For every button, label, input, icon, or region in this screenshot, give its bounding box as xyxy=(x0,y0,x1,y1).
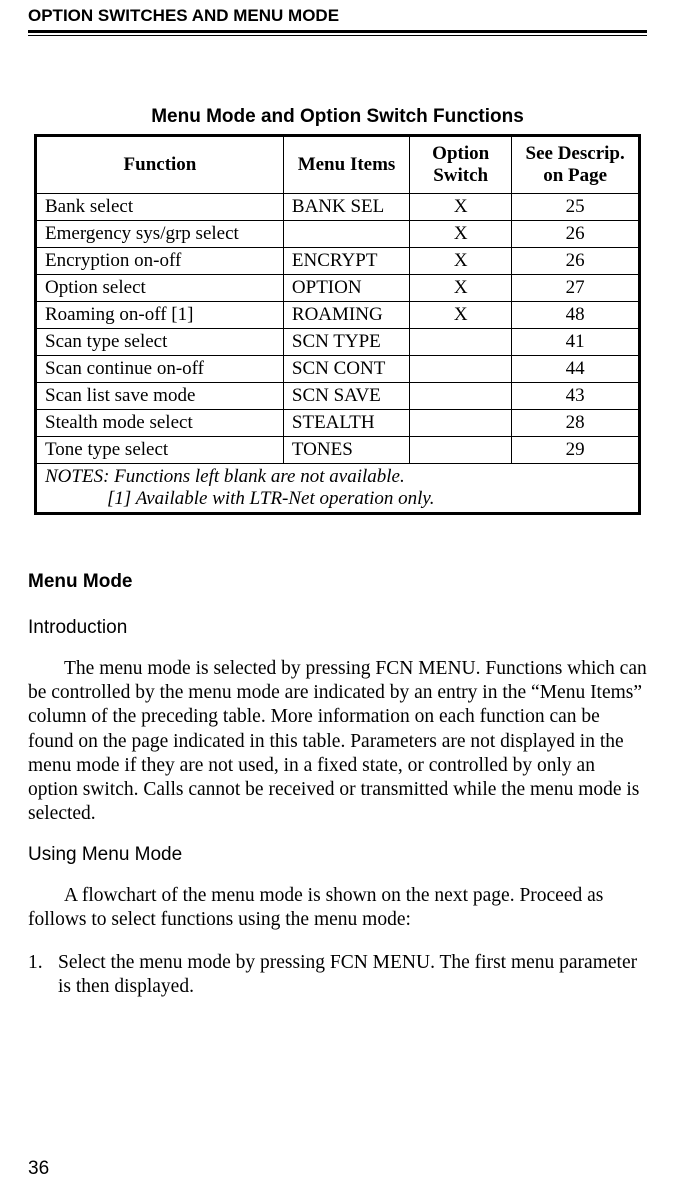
cell-option-switch: X xyxy=(410,248,512,275)
page-number: 36 xyxy=(28,1158,49,1180)
cell-page: 29 xyxy=(512,437,638,464)
col-header-option-switch: Option Switch xyxy=(410,137,512,194)
cell-function: Bank select xyxy=(37,194,283,221)
cell-menu-item: SCN SAVE xyxy=(283,383,409,410)
cell-option-switch: X xyxy=(410,221,512,248)
subheading-using-menu-mode: Using Menu Mode xyxy=(28,844,647,866)
table-row: Scan continue on-off SCN CONT 44 xyxy=(37,356,638,383)
cell-option-switch xyxy=(410,410,512,437)
paragraph-introduction: The menu mode is selected by pressing FC… xyxy=(28,657,647,826)
cell-option-switch: X xyxy=(410,275,512,302)
list-item-text: Select the menu mode by pressing FCN MEN… xyxy=(58,951,647,999)
col-header-menu-items: Menu Items xyxy=(283,137,409,194)
cell-function: Roaming on-off [1] xyxy=(37,302,283,329)
cell-page: 26 xyxy=(512,221,638,248)
cell-function: Option select xyxy=(37,275,283,302)
table-row: Tone type select TONES 29 xyxy=(37,437,638,464)
cell-option-switch xyxy=(410,437,512,464)
table-notes-row: NOTES: Functions left blank are not avai… xyxy=(37,464,638,513)
cell-option-switch: X xyxy=(410,302,512,329)
table-row: Scan list save mode SCN SAVE 43 xyxy=(37,383,638,410)
ordered-list: 1. Select the menu mode by pressing FCN … xyxy=(28,951,647,999)
cell-option-switch xyxy=(410,356,512,383)
table-row: Option select OPTION X 27 xyxy=(37,275,638,302)
col-header-function: Function xyxy=(37,137,283,194)
cell-function: Tone type select xyxy=(37,437,283,464)
cell-menu-item: SCN TYPE xyxy=(283,329,409,356)
cell-page: 28 xyxy=(512,410,638,437)
table-row: Stealth mode select STEALTH 28 xyxy=(37,410,638,437)
table-note-1: NOTES: Functions left blank are not avai… xyxy=(45,466,405,487)
rule-thick xyxy=(28,30,647,33)
cell-page: 43 xyxy=(512,383,638,410)
cell-function: Scan list save mode xyxy=(37,383,283,410)
cell-function: Scan continue on-off xyxy=(37,356,283,383)
cell-menu-item: SCN CONT xyxy=(283,356,409,383)
cell-menu-item: ENCRYPT xyxy=(283,248,409,275)
col-header-see-page: See Descrip. on Page xyxy=(512,137,638,194)
cell-page: 44 xyxy=(512,356,638,383)
cell-option-switch: X xyxy=(410,194,512,221)
table-row: Scan type select SCN TYPE 41 xyxy=(37,329,638,356)
cell-menu-item: ROAMING xyxy=(283,302,409,329)
cell-page: 26 xyxy=(512,248,638,275)
rule-thin xyxy=(28,35,647,36)
list-item: 1. Select the menu mode by pressing FCN … xyxy=(28,951,647,999)
subheading-introduction: Introduction xyxy=(28,617,647,639)
cell-menu-item xyxy=(283,221,409,248)
cell-option-switch xyxy=(410,329,512,356)
table-row: Roaming on-off [1] ROAMING X 48 xyxy=(37,302,638,329)
cell-page: 48 xyxy=(512,302,638,329)
cell-function: Stealth mode select xyxy=(37,410,283,437)
cell-page: 41 xyxy=(512,329,638,356)
table-row: Encryption on-off ENCRYPT X 26 xyxy=(37,248,638,275)
paragraph-introduction-text: The menu mode is selected by pressing FC… xyxy=(28,658,647,824)
cell-function: Scan type select xyxy=(37,329,283,356)
cell-menu-item: STEALTH xyxy=(283,410,409,437)
cell-menu-item: BANK SEL xyxy=(283,194,409,221)
paragraph-using: A flowchart of the menu mode is shown on… xyxy=(28,884,647,932)
table-row: Emergency sys/grp select X 26 xyxy=(37,221,638,248)
paragraph-using-text: A flowchart of the menu mode is shown on… xyxy=(28,885,603,930)
cell-function: Emergency sys/grp select xyxy=(37,221,283,248)
cell-page: 27 xyxy=(512,275,638,302)
table-row: Bank select BANK SEL X 25 xyxy=(37,194,638,221)
cell-function: Encryption on-off xyxy=(37,248,283,275)
running-header: OPTION SWITCHES AND MENU MODE xyxy=(28,0,647,30)
function-table: Function Menu Items Option Switch See De… xyxy=(34,134,641,515)
cell-option-switch xyxy=(410,383,512,410)
cell-page: 25 xyxy=(512,194,638,221)
cell-menu-item: OPTION xyxy=(283,275,409,302)
table-title: Menu Mode and Option Switch Functions xyxy=(28,106,647,128)
section-heading-menu-mode: Menu Mode xyxy=(28,571,647,593)
table-note-2: [1] Available with LTR-Net operation onl… xyxy=(45,488,630,510)
list-item-number: 1. xyxy=(28,951,58,999)
cell-menu-item: TONES xyxy=(283,437,409,464)
